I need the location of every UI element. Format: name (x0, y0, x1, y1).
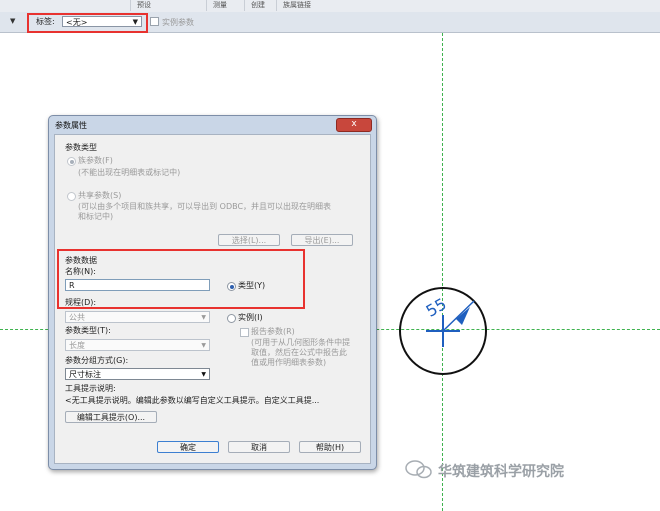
param-type-select[interactable]: 长度 ▼ (65, 339, 210, 351)
export-button[interactable]: 导出(E)... (291, 234, 353, 246)
watermark: 华筑建筑科学研究院 (404, 458, 564, 482)
report-param-checkbox[interactable] (240, 328, 249, 337)
ribbon-tab-family-link[interactable]: 族属链接 (276, 0, 317, 11)
shared-param-label: 共享参数(S) (78, 191, 122, 200)
ribbon-tab-measure[interactable]: 测量 (206, 0, 233, 11)
tag-radius-line (442, 300, 475, 332)
instance-radio[interactable] (227, 314, 236, 323)
reference-plane-vertical[interactable] (442, 33, 443, 511)
shared-param-desc-1: (可以由多个项目和族共享，可以导出到 ODBC，并且可以出现在明细表 (78, 202, 332, 211)
wechat-logo-icon (405, 460, 432, 479)
tooltip-label: 工具提示说明: (65, 384, 116, 393)
chevron-down-icon: ▼ (201, 342, 206, 349)
discipline-value: 公共 (69, 313, 85, 322)
watermark-text: 华筑建筑科学研究院 (438, 464, 564, 480)
tag-value-text: 55 (423, 294, 450, 321)
tooltip-text: <无工具提示说明。编辑此参数以编写自定义工具提示。自定义工具提... (65, 396, 320, 405)
family-param-label: 族参数(F) (78, 156, 113, 165)
dialog-title: 参数属性 (55, 121, 87, 130)
close-icon: x (351, 119, 357, 129)
help-button[interactable]: 帮助(H) (299, 441, 361, 453)
highlight-box-tag (27, 13, 148, 33)
family-param-desc: (不能出现在明细表或标记中) (78, 168, 181, 177)
close-button[interactable]: x (336, 118, 372, 132)
shared-param-desc-2: 和标记中) (78, 212, 114, 221)
report-desc-2: 取值，然后在公式中报告此 (251, 348, 347, 357)
instance-param-toggle[interactable]: 实例参数 (150, 17, 194, 28)
dropdown-arrow-icon[interactable]: ▼ (10, 17, 15, 25)
shared-param-radio[interactable] (67, 192, 76, 201)
cancel-button[interactable]: 取消 (228, 441, 290, 453)
ribbon-tab-preset[interactable]: 预设 (130, 0, 157, 11)
tag-symbol[interactable]: 55 (396, 285, 490, 379)
discipline-select[interactable]: 公共 ▼ (65, 311, 210, 323)
instance-param-label: 实例参数 (162, 18, 194, 27)
report-param-label: 报告参数(R) (251, 327, 295, 336)
report-desc-1: (可用于从几何图形条件中提 (251, 338, 351, 347)
instance-radio-label: 实例(I) (238, 313, 263, 322)
instance-param-checkbox[interactable] (150, 17, 159, 26)
group-label: 参数分组方式(G): (65, 356, 129, 365)
report-desc-3: 值或用作明细表参数) (251, 358, 327, 367)
edit-tooltip-button[interactable]: 编辑工具提示(O)... (65, 411, 157, 423)
highlight-box-param-data (57, 249, 305, 309)
group-select[interactable]: 尺寸标注 ▼ (65, 368, 210, 380)
select-button[interactable]: 选择(L)... (218, 234, 280, 246)
param-type-value: 长度 (69, 341, 85, 350)
param-type-label: 参数类型(T): (65, 326, 111, 335)
family-param-radio[interactable] (67, 157, 76, 166)
chevron-down-icon: ▼ (201, 314, 206, 321)
ribbon-tab-create[interactable]: 创建 (244, 0, 271, 11)
ok-button[interactable]: 确定 (157, 441, 219, 453)
chevron-down-icon: ▼ (201, 371, 206, 378)
param-type-heading: 参数类型 (65, 143, 97, 152)
group-value: 尺寸标注 (69, 370, 101, 379)
